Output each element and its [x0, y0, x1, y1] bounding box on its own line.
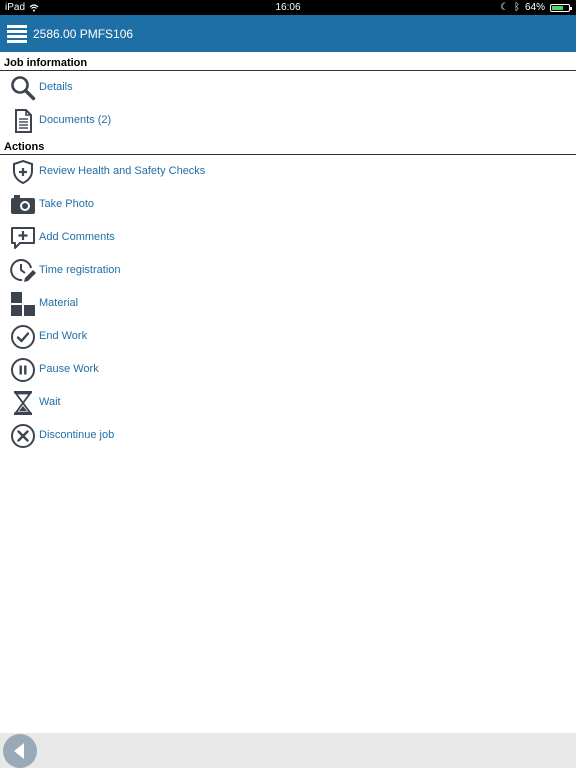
section-title: Actions	[4, 141, 45, 153]
list-item-label: Discontinue job	[39, 429, 115, 441]
battery-icon	[550, 3, 572, 12]
list-item-label: Pause Work	[39, 363, 99, 375]
list-item-discontinue-job[interactable]: Discontinue job	[0, 419, 576, 452]
list-item-pause-work[interactable]: Pause Work	[0, 353, 576, 386]
moon-icon: ☾	[500, 2, 509, 13]
status-indicators: ☾ ᛒ 64%	[500, 2, 572, 13]
list-item-label: Add Comments	[39, 231, 115, 243]
page-title: 2586.00 PMFS106	[33, 27, 134, 41]
list-item-details[interactable]: Details	[0, 71, 576, 104]
list-item-material[interactable]: Material	[0, 287, 576, 320]
section-title: Job information	[4, 57, 88, 69]
list-item-label: Time registration	[39, 264, 121, 276]
x-circle-icon	[11, 424, 35, 448]
status-bar: iPad 16:06 ☾ ᛒ 64%	[0, 0, 576, 15]
battery-percent: 64%	[524, 2, 545, 13]
bluetooth-icon: ᛒ	[513, 2, 520, 13]
shield-plus-icon	[13, 159, 33, 185]
app-header: 2586.00 PMFS106	[0, 15, 576, 52]
list-item-label: Details	[39, 81, 73, 93]
list-item-take-photo[interactable]: Take Photo	[0, 188, 576, 221]
camera-icon	[11, 195, 35, 214]
section-header-actions: Actions	[0, 139, 576, 155]
list-item-add-comments[interactable]: Add Comments	[0, 221, 576, 254]
clock: 16:06	[275, 2, 301, 13]
pause-circle-icon	[11, 358, 35, 382]
document-icon	[15, 109, 32, 133]
bottom-toolbar	[0, 733, 576, 768]
list-item-label: Review Health and Safety Checks	[39, 165, 206, 177]
list-item-wait[interactable]: Wait	[0, 386, 576, 419]
list-item-end-work[interactable]: End Work	[0, 320, 576, 353]
list-item-label: Material	[39, 297, 79, 309]
list-item-label: Take Photo	[39, 198, 95, 210]
blocks-icon	[11, 292, 35, 316]
section-header-job-information: Job information	[0, 55, 576, 71]
clock-pencil-icon	[10, 259, 36, 282]
back-button[interactable]	[3, 734, 37, 768]
list-item-review-health-safety[interactable]: Review Health and Safety Checks	[0, 155, 576, 188]
check-circle-icon	[11, 325, 35, 349]
hamburger-menu-icon[interactable]	[7, 25, 27, 43]
hourglass-icon	[14, 391, 32, 415]
list-item-documents[interactable]: Documents (2)	[0, 104, 576, 137]
back-arrow-icon	[14, 743, 24, 759]
list-item-label: Documents (2)	[39, 114, 112, 126]
list-item-label: Wait	[39, 396, 61, 408]
list-item-time-registration[interactable]: Time registration	[0, 254, 576, 287]
magnifier-icon	[11, 76, 36, 101]
comment-plus-icon	[11, 227, 35, 249]
list-item-label: End Work	[39, 330, 88, 342]
